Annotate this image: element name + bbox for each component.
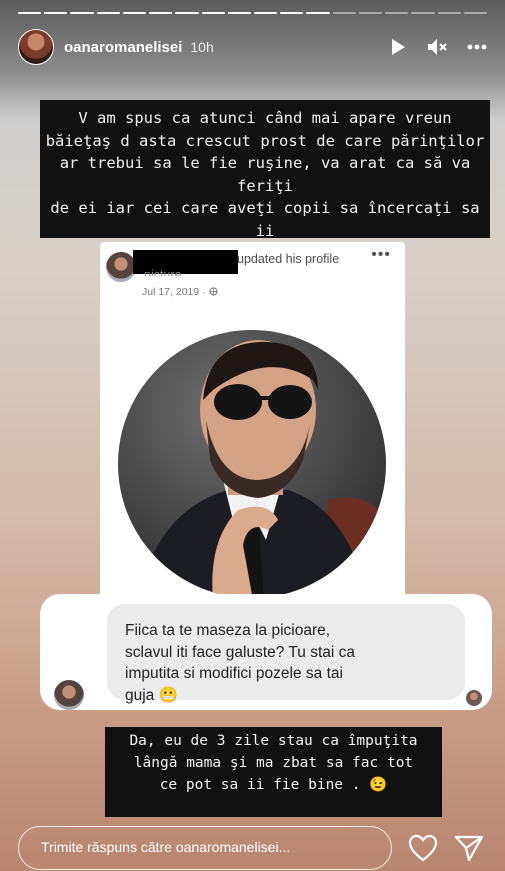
progress-segment <box>358 12 383 14</box>
username[interactable]: oanaromanelisei <box>64 39 182 56</box>
progress-segment <box>122 12 147 14</box>
message-line: imputita si modifici pozele sa tai <box>125 665 343 682</box>
mute-icon[interactable] <box>427 38 447 56</box>
post-time: 10h <box>190 39 214 55</box>
story-text-overlay-bottom: Da, eu de 3 zile stau ca împuţita lângă … <box>105 727 442 817</box>
post-author-avatar <box>106 252 136 282</box>
progress-segment <box>332 12 356 14</box>
overlay-line: de ei iar cei care aveţi copii sa încerc… <box>50 199 480 240</box>
heart-icon[interactable] <box>408 834 438 867</box>
send-icon[interactable] <box>454 834 484 867</box>
post-date: Jul 17, 2019 · <box>142 286 218 298</box>
facebook-post-screenshot: updated his profile picture. Jul 17, 201… <box>100 242 405 602</box>
progress-segment <box>227 12 251 14</box>
more-icon[interactable] <box>467 44 487 50</box>
story-text-overlay-top: V am spus ca atunci când mai apare vreun… <box>40 100 490 262</box>
overlay-line: băieţaş d asta crescut prost de care păr… <box>45 131 485 150</box>
message-bubble: Fiica ta te maseza la picioare, sclavul … <box>107 604 465 704</box>
overlay-line: lângă mama şi ma zbat sa fac tot <box>133 755 414 771</box>
progress-segment <box>44 12 68 14</box>
globe-icon <box>208 287 218 296</box>
seen-avatar <box>466 690 482 706</box>
message-line: Fiica ta te maseza la picioare, <box>125 622 331 639</box>
sender-avatar <box>54 680 84 710</box>
overlay-line: ce pot sa ii fie bine . 😉 <box>159 777 388 793</box>
avatar[interactable] <box>18 29 54 65</box>
overlay-line: Da, eu de 3 zile stau ca împuţita <box>129 733 418 749</box>
progress-segment <box>437 12 461 14</box>
progress-segment <box>411 12 435 14</box>
profile-picture <box>118 330 386 598</box>
progress-segment <box>175 12 199 14</box>
progress-segment <box>463 12 487 14</box>
reply-placeholder: Trimite răspuns către oanaromanelisei... <box>41 839 291 855</box>
progress-segment <box>149 12 173 14</box>
progress-segment <box>385 12 409 14</box>
message-line: guja 😬 <box>125 686 178 704</box>
message-screenshot: Fiica ta te maseza la picioare, sclavul … <box>40 594 492 710</box>
post-more-icon: ••• <box>371 246 391 263</box>
post-action-text-cont: picture. <box>144 268 185 276</box>
progress-segment <box>18 12 42 14</box>
story-header: oanaromanelisei 10h <box>18 29 487 65</box>
progress-segment <box>70 12 94 14</box>
message-text: Fiica ta te maseza la picioare, sclavul … <box>125 620 455 706</box>
overlay-line: ar trebui sa le fie ruşine, va arat ca s… <box>59 154 471 195</box>
progress-segment <box>253 12 278 14</box>
overlay-line: V am spus ca atunci când mai apare vreun <box>78 109 452 127</box>
message-line: sclavul iti face galuste? Tu stai ca <box>125 643 356 661</box>
play-icon[interactable] <box>389 38 407 56</box>
progress-segment <box>306 12 330 14</box>
story-progress-bar <box>18 12 487 14</box>
post-date-text: Jul 17, 2019 · <box>142 286 209 298</box>
post-action-text: updated his profile <box>237 252 340 266</box>
progress-segment <box>201 12 225 14</box>
progress-segment <box>96 12 120 14</box>
reply-input[interactable]: Trimite răspuns către oanaromanelisei... <box>18 826 392 870</box>
progress-segment <box>280 12 304 14</box>
